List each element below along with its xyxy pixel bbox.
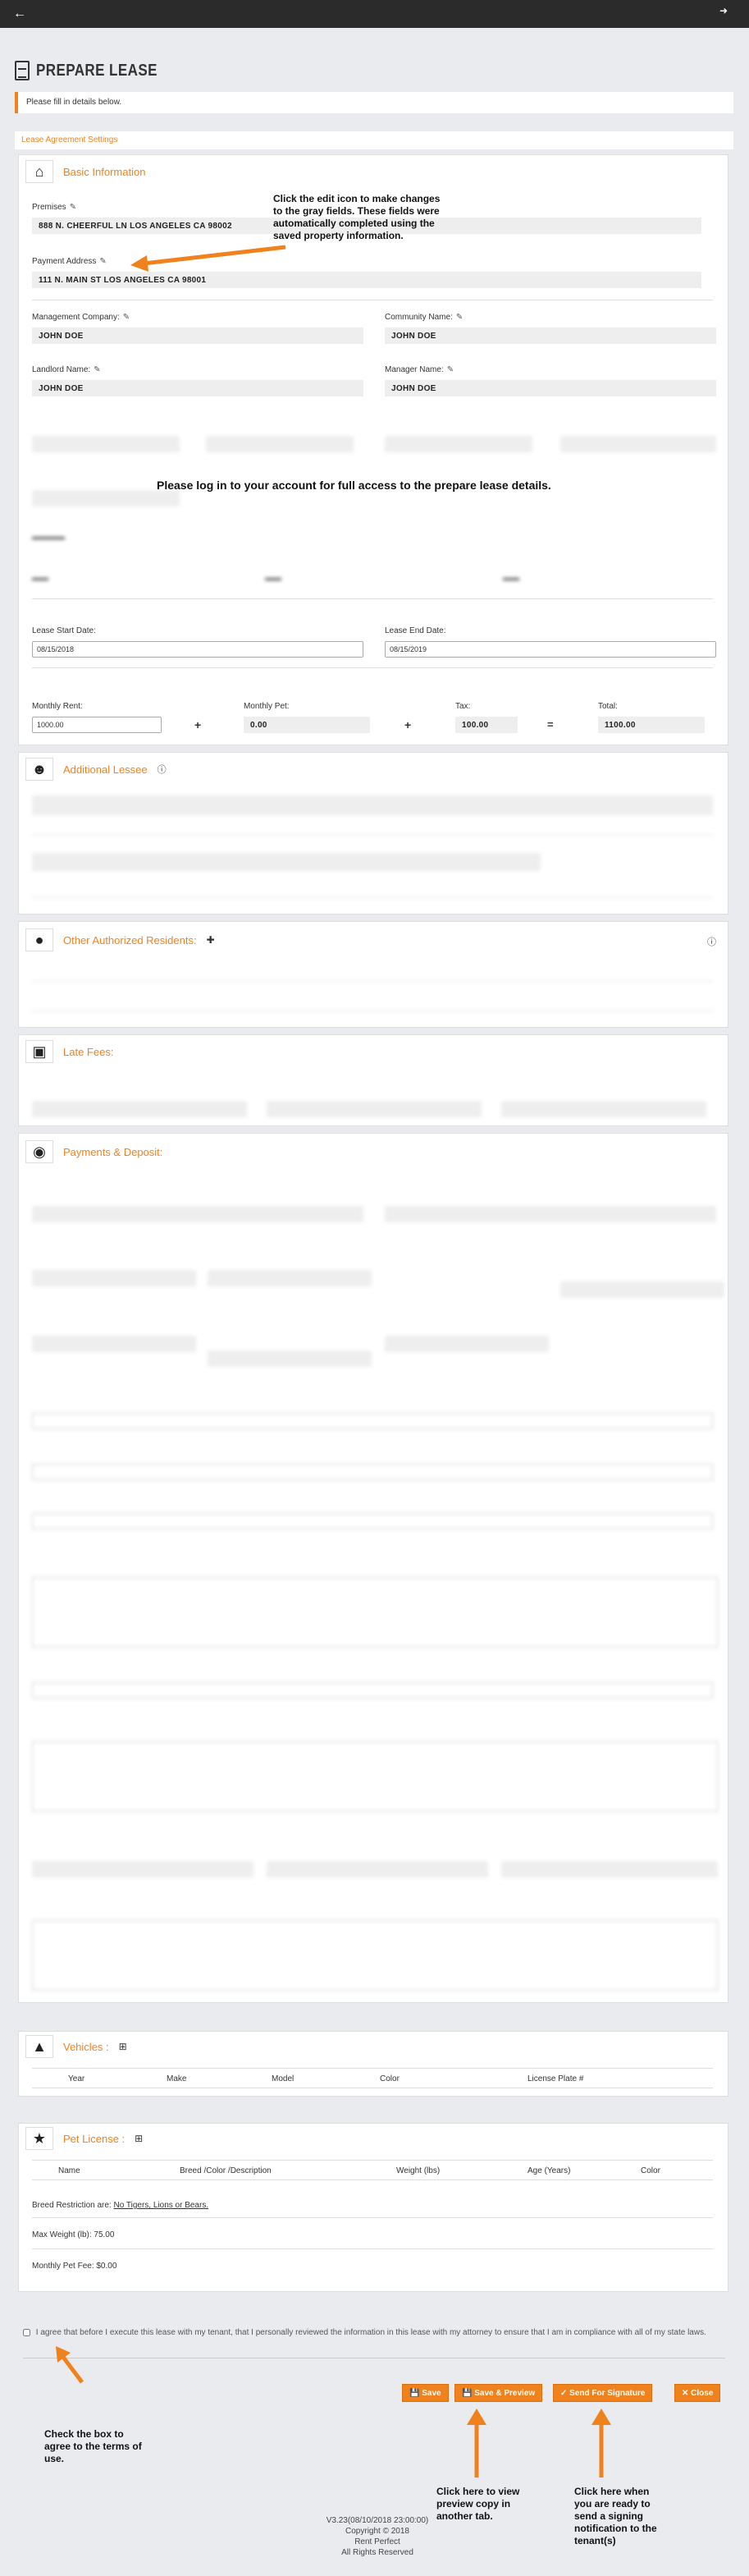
section-title: Vehicles : [63,2040,109,2053]
footer: V3.23(08/10/2018 23:00:00) Copyright © 2… [295,2515,459,2558]
landlord-name-label: Landlord Name: ✎ [32,365,101,374]
payment-address-label: Payment Address ✎ [32,257,107,266]
total-field: 1100.00 [598,717,705,733]
pdf-file-icon [15,61,30,80]
annotation-arrow [467,2409,486,2477]
users-icon: ☻ [25,758,53,781]
column-header: License Plate # [527,2074,584,2083]
add-user-icon[interactable]: ✚ [207,934,215,946]
section-title: Basic Information [63,165,146,178]
section-title: Other Authorized Residents: [63,933,197,947]
company-text: Rent Perfect [354,2537,400,2546]
lease-start-label: Lease Start Date: [32,626,96,635]
info-icon[interactable]: ⓘ [707,935,716,948]
additional-lessee-panel: ☻ Additional Lessee ⓘ [18,752,728,914]
column-header: Weight (lbs) [396,2166,441,2175]
column-header: Age (Years) [527,2166,571,2175]
car-icon: ▲ [25,2035,53,2058]
manager-name-label: Manager Name: ✎ [385,365,454,374]
tax-field: 100.00 [455,717,518,733]
basic-information-panel: ⌂ Basic Information Premises ✎ 888 N. CHE… [18,154,728,745]
money-icon: ◉ [25,1140,53,1163]
save-button[interactable]: 💾 Save [402,2384,449,2402]
lease-start-input[interactable]: 08/15/2018 [32,641,363,658]
monthly-pet-label: Monthly Pet: [244,702,290,711]
save-preview-button[interactable]: 💾 Save & Preview [454,2384,543,2402]
lease-end-input[interactable]: 08/15/2019 [385,641,716,658]
edit-icon[interactable]: ✎ [123,313,130,322]
lease-settings-header: Lease Agreement Settings [15,131,733,149]
edit-icon[interactable]: ✎ [70,203,76,212]
page-title: PREPARE LEASE [15,59,179,82]
notice-banner: Please fill in details below. [15,92,733,113]
pet-license-panel: ★ Pet License : ⊞ Name Breed /Color /Des… [18,2123,728,2292]
top-bar: ← ➜ [0,0,749,28]
breed-restriction-link[interactable]: No Tigers, Lions or Bears. [114,2201,209,2210]
management-company-label: Management Company: ✎ [32,313,130,322]
max-weight: Max Weight (lb): 75.00 [32,2230,115,2239]
send-annotation: Click here when you are ready to send a … [574,2486,657,2546]
column-header: Year [68,2074,85,2083]
landlord-name-field: JOHN DOE [32,380,363,396]
edit-icon[interactable]: ✎ [94,365,100,374]
info-icon[interactable]: ⓘ [158,763,167,776]
column-header: Name [58,2166,80,2175]
checkbox-annotation: Check the box to agree to the terms of u… [44,2428,142,2464]
column-header: Breed /Color /Description [180,2166,272,2175]
monthly-rent-input[interactable]: 1000.00 [32,717,162,733]
column-header: Color [380,2074,400,2083]
version-text: V3.23(08/10/2018 23:00:00) [326,2516,429,2525]
section-title: Late Fees: [63,1045,114,1058]
edit-icon[interactable]: ✎ [99,257,106,266]
login-required-message: Please log in to your account for full a… [157,479,551,492]
management-company-field: JOHN DOE [32,328,363,344]
vehicles-panel: ▲ Vehicles : ⊞ Year Make Model Color Lic… [18,2031,728,2097]
agreement-text: I agree that before I execute this lease… [35,2328,706,2337]
section-title: Additional Lessee [63,763,148,776]
breed-restriction: Breed Restriction are: No Tigers, Lions … [32,2201,209,2210]
monthly-pet-field: 0.00 [244,717,370,733]
sign-out-icon[interactable]: ➜ [719,5,728,16]
monthly-rent-label: Monthly Rent: [32,702,83,711]
manager-name-field: JOHN DOE [385,380,716,396]
agreement-row: I agree that before I execute this lease… [23,2326,725,2340]
page-title-text: PREPARE LEASE [36,61,158,80]
add-icon[interactable]: ⊞ [135,2133,143,2144]
bug-icon: ★ [25,2127,53,2150]
rights-text: All Rights Reserved [341,2548,413,2557]
column-header: Model [272,2074,295,2083]
late-fees-panel: ▣ Late Fees: [18,1034,728,1126]
payments-deposit-panel: ◉ Payments & Deposit: [18,1133,728,2003]
tax-label: Tax: [455,702,471,711]
annotation-arrow [56,2346,84,2384]
section-title: Pet License : [63,2132,126,2145]
community-name-label: Community Name: ✎ [385,313,464,322]
edit-annotation: Click the edit icon to make changes to t… [273,193,441,241]
arrow-left-icon[interactable]: ← [13,7,26,21]
other-residents-panel: ● Other Authorized Residents: ✚ ⓘ [18,921,728,1028]
user-icon: ● [25,928,53,951]
annotation-arrow [591,2409,611,2477]
column-header: Color [641,2166,660,2175]
annotation-arrow [130,245,286,272]
home-icon: ⌂ [25,160,53,183]
monthly-pet-fee: Monthly Pet Fee: $0.00 [32,2262,117,2271]
premises-label: Premises ✎ [32,203,77,212]
close-button[interactable]: ✕ Close [674,2384,721,2402]
total-label: Total: [598,702,618,711]
column-header: Make [167,2074,187,2083]
section-title: Payments & Deposit: [63,1145,163,1158]
payment-address-field: 111 N. MAIN ST LOS ANGELES CA 98001 [32,272,701,288]
edit-icon[interactable]: ✎ [456,313,463,322]
lease-end-label: Lease End Date: [385,626,446,635]
add-icon[interactable]: ⊞ [119,2041,127,2052]
copyright-text: Copyright © 2018 [345,2527,409,2536]
edit-icon[interactable]: ✎ [447,365,454,374]
community-name-field: JOHN DOE [385,328,716,344]
basic-information-header: ⌂ Basic Information [25,160,145,183]
credit-card-icon: ▣ [25,1040,53,1063]
send-for-signature-button[interactable]: ✓ Send For Signature [553,2384,653,2402]
agreement-checkbox[interactable] [23,2328,30,2336]
